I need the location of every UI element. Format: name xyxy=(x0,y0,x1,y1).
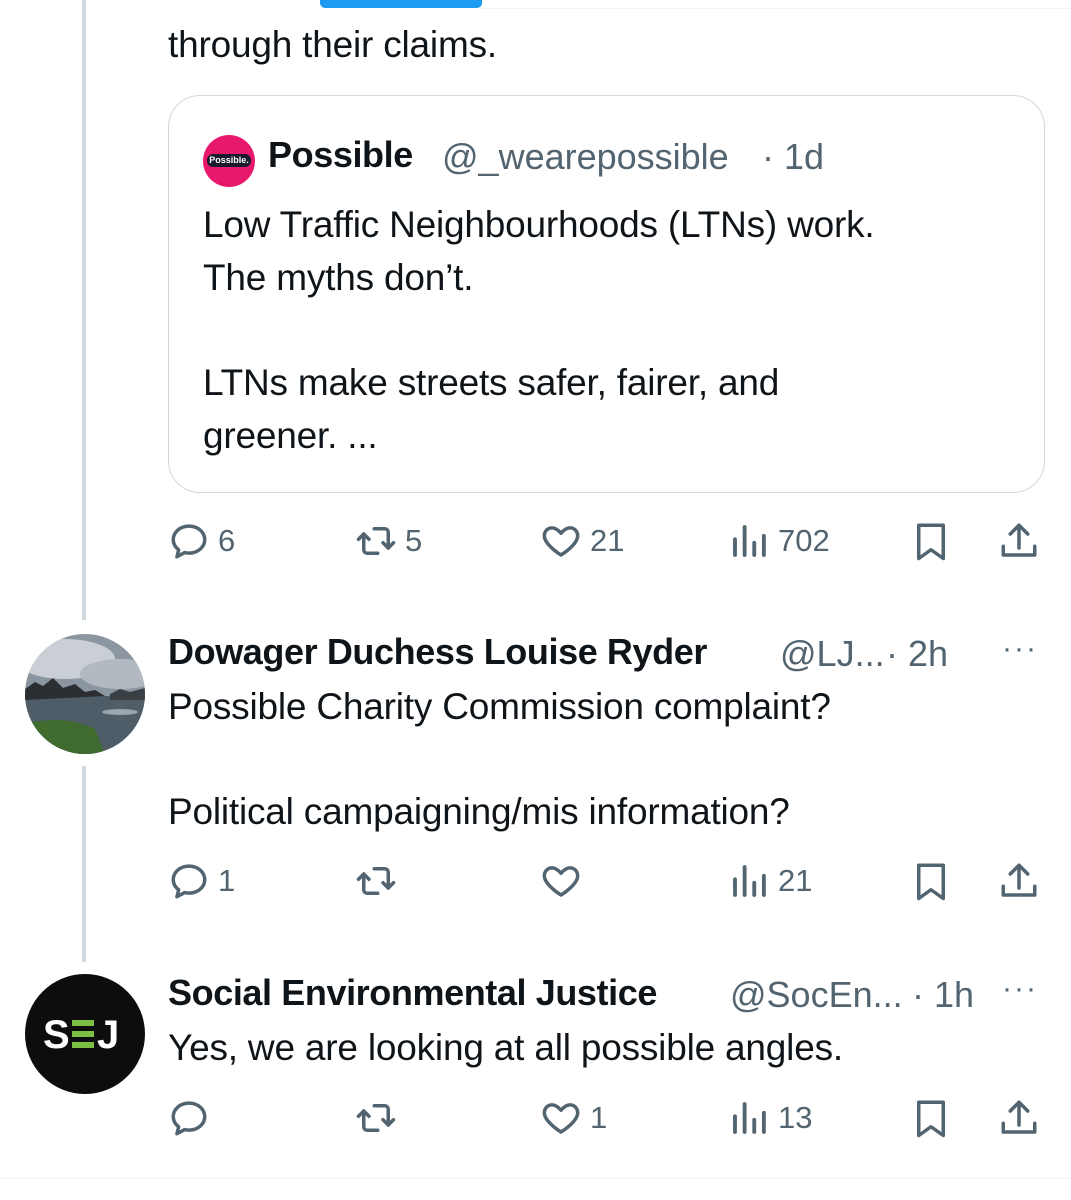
heart-icon xyxy=(542,866,580,897)
like-count: 1 xyxy=(590,1100,608,1135)
reply-icon xyxy=(171,864,207,899)
post-time[interactable]: · 1h xyxy=(912,974,974,1016)
bookmark-icon xyxy=(917,1100,945,1138)
svg-text:S: S xyxy=(43,1013,70,1057)
author-handle[interactable]: @SocEn... xyxy=(730,974,903,1016)
avatar[interactable] xyxy=(25,634,145,754)
repost-button[interactable] xyxy=(355,1097,405,1139)
share-icon xyxy=(1001,1100,1037,1134)
views-button[interactable]: 13 xyxy=(728,1097,812,1139)
svg-text:J: J xyxy=(97,1013,119,1057)
share-icon xyxy=(1001,863,1037,897)
bookmark-button[interactable] xyxy=(910,860,952,902)
reply-button[interactable] xyxy=(168,1097,218,1139)
more-options-button[interactable]: ··· xyxy=(1002,972,1038,1006)
author-name[interactable]: Dowager Duchess Louise Ryder xyxy=(168,631,707,673)
avatar-photo xyxy=(25,634,145,754)
reply-count: 6 xyxy=(218,523,236,558)
repost-icon xyxy=(356,527,396,555)
heart-icon xyxy=(542,1103,580,1134)
quoted-text-line: greener. ... xyxy=(203,415,378,456)
bookmark-button[interactable] xyxy=(910,520,952,562)
views-button[interactable]: 702 xyxy=(728,520,830,562)
analytics-icon xyxy=(733,1102,766,1134)
like-button[interactable]: 1 xyxy=(540,1097,607,1139)
bookmark-icon xyxy=(917,523,945,561)
quoted-text-line: LTNs make streets safer, fairer, and xyxy=(203,362,780,403)
post-time[interactable]: · 2h xyxy=(886,633,948,675)
scroll-indicator xyxy=(320,0,482,8)
post-text-line: Possible Charity Commission complaint? xyxy=(168,686,831,727)
like-count: 21 xyxy=(590,523,625,558)
avatar[interactable]: S J xyxy=(25,974,145,1094)
repost-button[interactable] xyxy=(355,860,405,902)
more-options-button[interactable]: ··· xyxy=(1002,632,1038,666)
views-button[interactable]: 21 xyxy=(728,860,812,902)
avatar[interactable]: Possible. xyxy=(203,135,255,187)
reply-icon xyxy=(171,1101,207,1136)
analytics-icon xyxy=(733,865,766,897)
divider xyxy=(482,8,1071,9)
reply-button[interactable]: 6 xyxy=(168,520,235,562)
divider xyxy=(0,1178,1071,1179)
thread-line xyxy=(82,766,86,962)
post-text-line: Political campaigning/mis information? xyxy=(168,791,790,832)
author-handle[interactable]: @LJ... xyxy=(780,633,885,675)
share-icon xyxy=(1001,523,1037,557)
like-button[interactable]: 21 xyxy=(540,520,624,562)
share-button[interactable] xyxy=(998,520,1040,562)
repost-count: 5 xyxy=(405,523,423,558)
analytics-icon xyxy=(733,525,766,557)
repost-button[interactable]: 5 xyxy=(355,520,422,562)
reply-count: 1 xyxy=(218,863,236,898)
thread-line xyxy=(82,0,86,620)
reply-button[interactable]: 1 xyxy=(168,860,235,902)
author-handle[interactable]: @_wearepossible xyxy=(442,136,729,178)
post-text-line: Yes, we are looking at all possible angl… xyxy=(168,1027,843,1068)
author-name[interactable]: Social Environmental Justice xyxy=(168,972,657,1014)
share-button[interactable] xyxy=(998,1097,1040,1139)
like-button[interactable] xyxy=(540,860,590,902)
quoted-text-line: The myths don’t. xyxy=(203,257,474,298)
views-count: 13 xyxy=(778,1100,813,1135)
views-count: 21 xyxy=(778,863,813,898)
bookmark-icon xyxy=(917,863,945,901)
quoted-text-line: Low Traffic Neighbourhoods (LTNs) work. xyxy=(203,204,875,245)
post-time[interactable]: · 1d xyxy=(762,136,824,178)
share-button[interactable] xyxy=(998,860,1040,902)
sej-logo: S J xyxy=(43,1013,119,1057)
avatar-logo-text: Possible. xyxy=(207,154,251,167)
views-count: 702 xyxy=(778,523,830,558)
post-text: through their claims. xyxy=(168,24,497,65)
bookmark-button[interactable] xyxy=(910,1097,952,1139)
repost-icon xyxy=(356,1104,396,1132)
author-name[interactable]: Possible xyxy=(268,134,413,176)
heart-icon xyxy=(542,526,580,557)
repost-icon xyxy=(356,867,396,895)
reply-icon xyxy=(171,524,207,559)
